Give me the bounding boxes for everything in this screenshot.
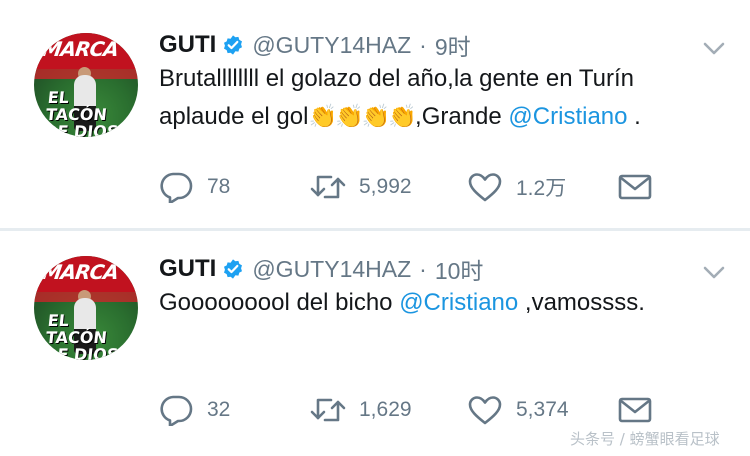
tweet-second[interactable]: MARCA EL TACÓN DE DIOS GUTI @GUTY14HAZ ·… bbox=[0, 0, 750, 456]
like-button[interactable]: 5,374 bbox=[467, 393, 569, 427]
display-name[interactable]: GUTI bbox=[159, 255, 216, 283]
avatar[interactable]: MARCA EL TACÓN DE DIOS bbox=[34, 256, 138, 360]
retweet-count: 1,629 bbox=[359, 398, 412, 421]
direct-message-button[interactable] bbox=[617, 393, 653, 427]
mention-link[interactable]: @Cristiano bbox=[399, 289, 518, 316]
tweet-timestamp[interactable]: 10时 bbox=[435, 252, 484, 286]
tweet-text: Gooooooool del bicho @Cristiano ,vamosss… bbox=[159, 289, 645, 316]
avatar-brand-text: MARCA bbox=[40, 260, 120, 284]
reply-button[interactable]: 32 bbox=[158, 393, 230, 427]
watermark-text: 头条号 / 螃蟹眼看足球 bbox=[570, 430, 720, 448]
tweet-actions: 32 1,629 5,374 bbox=[158, 393, 658, 427]
like-count: 5,374 bbox=[516, 398, 569, 421]
tweet-header: GUTI @GUTY14HAZ · 10时 bbox=[159, 253, 483, 285]
chevron-down-icon[interactable] bbox=[703, 266, 725, 280]
heart-icon bbox=[468, 396, 502, 425]
retweet-button[interactable]: 1,629 bbox=[310, 393, 412, 427]
envelope-icon bbox=[618, 397, 652, 423]
user-handle[interactable]: @GUTY14HAZ bbox=[252, 256, 411, 283]
separator-dot: · bbox=[419, 255, 427, 282]
avatar-headline-text: EL TACÓN DE DIOS bbox=[43, 311, 120, 360]
reply-icon bbox=[160, 395, 193, 426]
verified-badge-icon bbox=[224, 259, 243, 279]
reply-count: 32 bbox=[207, 398, 231, 421]
retweet-icon bbox=[310, 398, 346, 422]
